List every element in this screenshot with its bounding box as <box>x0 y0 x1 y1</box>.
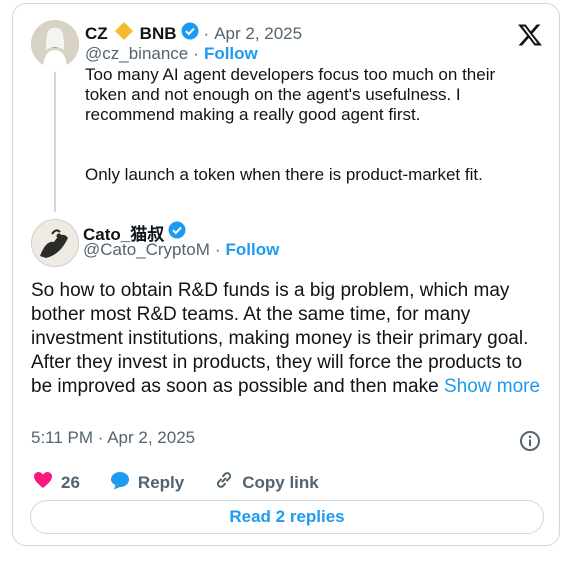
avatar-cato-image <box>32 220 78 266</box>
quoted-display-name[interactable]: CZ <box>85 24 108 44</box>
reply-timestamp[interactable]: 5:11 PM · Apr 2, 2025 <box>31 428 195 448</box>
show-more-link[interactable]: Show more <box>444 376 540 397</box>
header-dot: · <box>203 23 210 43</box>
reply-timestamp-row: 5:11 PM · Apr 2, 2025 <box>31 428 195 448</box>
quoted-handle[interactable]: @cz_binance <box>85 44 188 64</box>
quoted-text-p1: Too many AI agent developers focus too m… <box>85 65 496 124</box>
verified-badge-icon <box>181 22 199 45</box>
tweet-card: CZ BNB · Apr 2, 2025 @cz_binance · Follo… <box>12 3 560 546</box>
info-icon[interactable] <box>519 430 541 452</box>
reply-handle-row: @Cato_CryptoM · Follow <box>83 240 279 260</box>
read-replies-button[interactable]: Read 2 replies <box>30 500 544 534</box>
quoted-display-name-suffix[interactable]: BNB <box>140 24 177 44</box>
action-bar: 26 Reply Copy link <box>33 470 339 495</box>
link-icon <box>214 470 234 495</box>
reply-text-block: So how to obtain R&D funds is a big prob… <box>31 279 541 399</box>
quoted-text-p2: Only launch a token when there is produc… <box>85 165 483 184</box>
reply-handle[interactable]: @Cato_CryptoM <box>83 240 210 260</box>
read-replies-label: Read 2 replies <box>229 507 345 526</box>
quoted-header: CZ BNB · Apr 2, 2025 <box>85 21 302 46</box>
reply-label: Reply <box>137 472 185 492</box>
avatar-cato[interactable] <box>31 219 79 267</box>
reply-bubble-icon <box>110 471 130 495</box>
copy-link-label: Copy link <box>242 472 319 492</box>
avatar-cz[interactable] <box>31 20 79 68</box>
like-count: 26 <box>61 472 80 492</box>
quoted-follow-link[interactable]: Follow <box>204 44 258 64</box>
copy-link-button[interactable]: Copy link <box>214 470 319 495</box>
reply-button[interactable]: Reply <box>110 471 184 495</box>
handle-dot: · <box>214 240 221 259</box>
x-logo-icon[interactable] <box>517 22 543 48</box>
handle-dot: · <box>193 44 199 63</box>
heart-icon <box>33 471 53 494</box>
bnb-diamond-icon <box>114 21 134 46</box>
avatar-cz-image <box>31 20 79 68</box>
reply-follow-link[interactable]: Follow <box>226 240 280 260</box>
quoted-date[interactable]: Apr 2, 2025 <box>214 24 302 44</box>
quoted-handle-row: @cz_binance · Follow <box>85 44 258 64</box>
thread-connector-line <box>54 72 56 212</box>
like-button[interactable]: 26 <box>33 471 80 494</box>
